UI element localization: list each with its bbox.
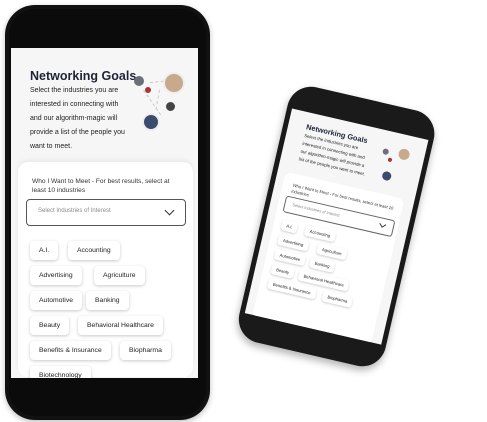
industry-chip[interactable]: Beauty <box>30 316 70 335</box>
phone-bottom-bezel <box>9 378 206 411</box>
industry-selection-card: Who I Want to Meet - For best results, s… <box>251 171 405 345</box>
industry-chip[interactable]: Agriculture <box>94 266 145 285</box>
industry-chip[interactable]: Automotive <box>30 291 83 310</box>
industry-chip[interactable]: Beauty <box>270 263 296 279</box>
avatar-icon <box>397 147 411 161</box>
industry-chip[interactable]: Biopharma <box>321 290 354 308</box>
avatar-icon <box>381 170 393 182</box>
industry-chip[interactable]: A.I. <box>280 219 299 234</box>
industry-chip[interactable]: Advertising <box>30 266 82 285</box>
avatar-icon <box>142 113 160 131</box>
chevron-down-icon <box>164 205 175 216</box>
industry-chip[interactable]: Agriculture <box>315 242 348 261</box>
avatar-icon <box>387 157 393 163</box>
industry-selection-card: Who I Want to Meet - For best results, s… <box>18 162 193 385</box>
industry-chip[interactable]: Accounting <box>303 224 337 243</box>
avatar-icon <box>145 87 151 93</box>
industry-select-dropdown[interactable]: Select Industries of Interest <box>26 199 186 226</box>
network-avatars <box>375 144 413 190</box>
select-placeholder: Select Industries of Interest <box>291 202 341 218</box>
back-phone-screen: Networking Goals Select the industries y… <box>244 108 429 345</box>
select-label: Who I Want to Meet - For best results, s… <box>32 178 170 194</box>
page-description: Select the industries you are interested… <box>30 87 125 150</box>
industry-chip[interactable]: Banking <box>308 256 336 273</box>
chevron-down-icon <box>379 220 387 228</box>
industry-chip[interactable]: Accounting <box>68 241 120 260</box>
select-placeholder: Select Industries of Interest <box>38 208 111 214</box>
page-title: Networking Goals <box>30 69 137 83</box>
industry-chip[interactable]: Benefits & Insurance <box>30 341 111 360</box>
avatar-icon <box>382 148 390 156</box>
industry-chip[interactable]: Banking <box>86 291 129 310</box>
industry-chip[interactable]: Behavioral Healthcare <box>78 316 163 335</box>
avatar-icon <box>134 76 144 86</box>
avatar-icon <box>166 102 175 111</box>
industry-chip[interactable]: Biopharma <box>120 341 171 360</box>
network-avatars <box>132 70 192 140</box>
industry-chip[interactable]: A.I. <box>30 241 59 260</box>
back-phone-mockup: Networking Goals Select the industries y… <box>234 82 440 372</box>
avatar-icon <box>163 72 185 94</box>
